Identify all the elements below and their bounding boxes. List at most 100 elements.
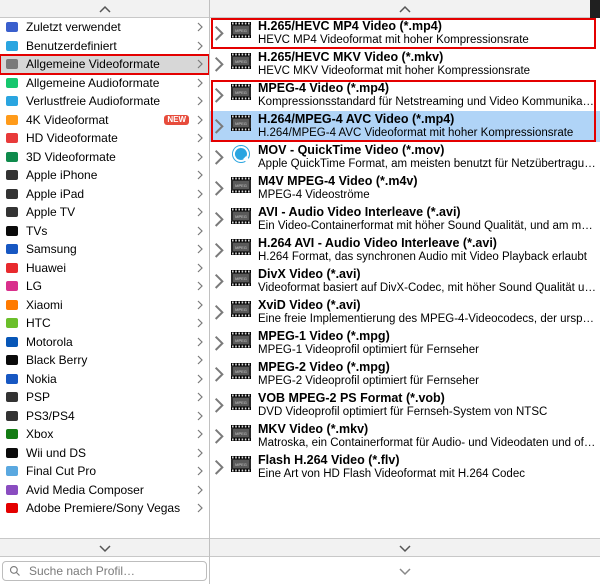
category-icon: [4, 19, 20, 35]
svg-text:MPEG: MPEG: [235, 338, 247, 343]
format-item-11[interactable]: MPEG MPEG-2 Video (*.mpg)MPEG-2 Videoprof…: [210, 359, 600, 390]
chevron-right-icon: [195, 152, 205, 162]
sidebar-item-20[interactable]: PSP: [0, 388, 209, 407]
chevron-right-icon: [214, 366, 224, 383]
category-icon: [4, 130, 20, 146]
format-lines: MPEG-2 Video (*.mpg)MPEG-2 Videoprofil o…: [258, 360, 596, 388]
sidebar-item-13[interactable]: Huawei: [0, 259, 209, 278]
format-item-1[interactable]: MPEGH.265/HEVC MKV Video (*.mkv)HEVC MKV…: [210, 49, 600, 80]
sidebar-item-0[interactable]: Zuletzt verwendet: [0, 18, 209, 37]
format-item-2[interactable]: MPEGMPEG-4 Video (*.mp4)Kompressionsstan…: [210, 80, 600, 111]
sidebar-item-11[interactable]: TVs: [0, 222, 209, 241]
chevron-right-icon: [195, 133, 205, 143]
sidebar-item-label: Apple iPhone: [26, 168, 189, 182]
format-title: DivX Video (*.avi): [258, 267, 596, 281]
format-lines: MKV Video (*.mkv)Matroska, ein Container…: [258, 422, 596, 450]
sidebar-item-label: Benutzerdefiniert: [26, 39, 189, 53]
chevron-right-icon: [195, 41, 205, 51]
formats-scroll-down[interactable]: [210, 538, 600, 556]
sidebar-item-label: Xiaomi: [26, 298, 189, 312]
sidebar-item-7[interactable]: 3D Videoformate: [0, 148, 209, 167]
sidebar-item-14[interactable]: LG: [0, 277, 209, 296]
sidebar-item-25[interactable]: Avid Media Composer: [0, 481, 209, 500]
format-item-12[interactable]: MPEGVOB MPEG-2 PS Format (*.vob)DVD Vide…: [210, 390, 600, 421]
format-lines: Flash H.264 Video (*.flv)Eine Art von HD…: [258, 453, 596, 481]
format-item-3[interactable]: MPEGH.264/MPEG-4 AVC Video (*.mp4)H.264/…: [210, 111, 600, 142]
sidebar-item-3[interactable]: Allgemeine Audioformate: [0, 74, 209, 93]
format-item-9[interactable]: MPEGXviD Video (*.avi)Eine freie Impleme…: [210, 297, 600, 328]
format-item-14[interactable]: MPEG Flash H.264 Video (*.flv)Eine Art vo…: [210, 452, 600, 483]
search-input[interactable]: [27, 563, 200, 579]
format-item-4[interactable]: MOV - QuickTime Video (*.mov)Apple Quick…: [210, 142, 600, 173]
sidebar-item-4[interactable]: Verlustfreie Audioformate: [0, 92, 209, 111]
sidebar-item-1[interactable]: Benutzerdefiniert: [0, 37, 209, 56]
svg-text:MPEG: MPEG: [235, 369, 247, 374]
sidebar-item-9[interactable]: Apple iPad: [0, 185, 209, 204]
chevron-right-icon: [214, 459, 224, 476]
quicktime-icon: [230, 143, 252, 165]
sidebar-item-23[interactable]: Wii und DS: [0, 444, 209, 463]
svg-text:MPEG: MPEG: [235, 462, 247, 467]
sidebar-item-label: Allgemeine Videoformate: [26, 57, 189, 71]
chevron-down-icon: [398, 566, 412, 576]
sidebar-item-21[interactable]: PS3/PS4: [0, 407, 209, 426]
format-item-0[interactable]: MPEGH.265/HEVC MP4 Video (*.mp4)HEVC MP4…: [210, 18, 600, 49]
category-icon: [4, 56, 20, 72]
format-title: MOV - QuickTime Video (*.mov): [258, 143, 596, 157]
format-item-8[interactable]: MPEGDivX Video (*.avi)Videoformat basier…: [210, 266, 600, 297]
format-desc: MPEG-2 Videoprofil optimiert für Fernseh…: [258, 374, 596, 388]
format-item-6[interactable]: MPEG AVI - Audio Video Interleave (*.avi)…: [210, 204, 600, 235]
sidebar-item-12[interactable]: Samsung: [0, 240, 209, 259]
category-icon: [4, 149, 20, 165]
format-desc: MPEG-1 Videoprofil optimiert für Fernseh…: [258, 343, 596, 357]
format-item-5[interactable]: MPEGM4V MPEG-4 Video (*.m4v)MPEG-4 Video…: [210, 173, 600, 204]
sidebar-scroll-up[interactable]: [0, 0, 209, 18]
chevron-right-icon: [195, 189, 205, 199]
sidebar-item-6[interactable]: HD Videoformate: [0, 129, 209, 148]
category-icon: [4, 334, 20, 350]
sidebar-item-18[interactable]: Black Berry: [0, 351, 209, 370]
sidebar-item-19[interactable]: Nokia: [0, 370, 209, 389]
chevron-right-icon: [195, 485, 205, 495]
sidebar-item-label: Apple iPad: [26, 187, 189, 201]
search-bar: [0, 556, 209, 584]
chevron-right-icon: [195, 355, 205, 365]
sidebar-scroll-down[interactable]: [0, 538, 209, 556]
formats-list: MPEGH.265/HEVC MP4 Video (*.mp4)HEVC MP4…: [210, 18, 600, 538]
formats-scroll-up[interactable]: [210, 0, 600, 18]
sidebar-item-24[interactable]: Final Cut Pro: [0, 462, 209, 481]
sidebar-item-label: Motorola: [26, 335, 189, 349]
category-icon: [4, 167, 20, 183]
chevron-right-icon: [195, 226, 205, 236]
sidebar-item-15[interactable]: Xiaomi: [0, 296, 209, 315]
chevron-right-icon: [214, 149, 224, 166]
category-icon: [4, 297, 20, 313]
format-title: AVI - Audio Video Interleave (*.avi): [258, 205, 596, 219]
format-lines: H.264/MPEG-4 AVC Video (*.mp4)H.264/MPEG…: [258, 112, 596, 140]
format-item-7[interactable]: MPEGH.264 AVI - Audio Video Interleave (…: [210, 235, 600, 266]
chevron-right-icon: [195, 115, 205, 125]
format-item-10[interactable]: MPEG MPEG-1 Video (*.mpg)MPEG-1 Videoprof…: [210, 328, 600, 359]
category-icon: [4, 93, 20, 109]
film-icon: MPEG: [230, 205, 252, 227]
format-title: Flash H.264 Video (*.flv): [258, 453, 596, 467]
sidebar-item-16[interactable]: HTC: [0, 314, 209, 333]
chevron-right-icon: [195, 448, 205, 458]
chevron-right-icon: [214, 118, 224, 135]
format-item-13[interactable]: MPEGMKV Video (*.mkv)Matroska, ein Conta…: [210, 421, 600, 452]
chevron-right-icon: [214, 304, 224, 321]
sidebar-item-22[interactable]: Xbox: [0, 425, 209, 444]
sidebar-item-17[interactable]: Motorola: [0, 333, 209, 352]
sidebar-item-26[interactable]: Adobe Premiere/Sony Vegas: [0, 499, 209, 518]
chevron-right-icon: [195, 374, 205, 384]
category-icon: [4, 223, 20, 239]
sidebar-item-2[interactable]: Allgemeine Videoformate: [0, 55, 209, 74]
sidebar-item-8[interactable]: Apple iPhone: [0, 166, 209, 185]
sidebar-item-label: TVs: [26, 224, 189, 238]
chevron-right-icon: [195, 337, 205, 347]
sidebar-item-10[interactable]: Apple TV: [0, 203, 209, 222]
format-title: MPEG-1 Video (*.mpg): [258, 329, 596, 343]
category-icon: [4, 204, 20, 220]
sidebar-item-5[interactable]: 4K VideoformatNEW: [0, 111, 209, 130]
search-wrap[interactable]: [2, 561, 207, 581]
